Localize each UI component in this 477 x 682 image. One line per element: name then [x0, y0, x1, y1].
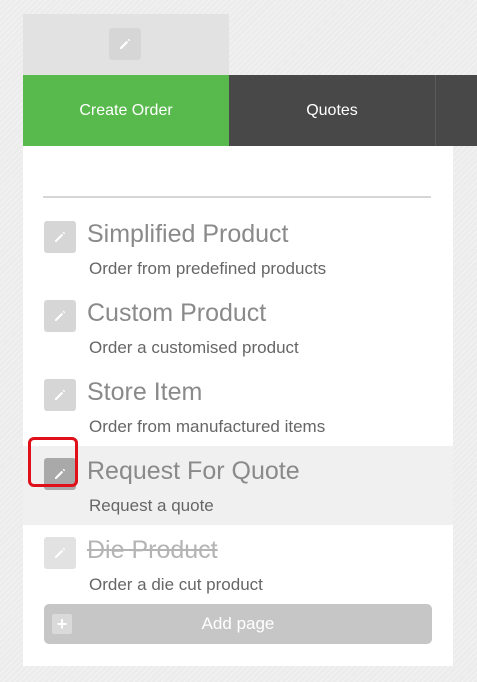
page-item-title: Custom Product: [87, 299, 267, 327]
page-item-title: Simplified Product: [87, 220, 289, 248]
tab-more[interactable]: [435, 75, 477, 146]
page-item-request-for-quote[interactable]: Request For Quote Request a quote: [23, 437, 453, 525]
page-list-panel: Simplified Product Order from predefined…: [23, 146, 453, 666]
page-item-title: Die Product: [87, 536, 218, 564]
pencil-icon[interactable]: [44, 379, 76, 411]
page-item-description: Order a die cut product: [89, 575, 263, 594]
page-item-description: Request a quote: [89, 496, 214, 515]
page-item-title: Request For Quote: [87, 457, 300, 485]
add-page-label: Add page: [201, 614, 275, 633]
page-item-simplified-product[interactable]: Simplified Product Order from predefined…: [23, 209, 453, 288]
tab-create-order[interactable]: Create Order: [23, 75, 229, 146]
tab-quotes[interactable]: Quotes: [229, 75, 435, 146]
divider: [43, 196, 431, 198]
add-page-button[interactable]: + Add page: [44, 604, 432, 644]
page-item-custom-product[interactable]: Custom Product Order a customised produc…: [23, 288, 453, 367]
pencil-icon[interactable]: [44, 537, 76, 569]
page-item-description: Order from manufactured items: [89, 417, 326, 436]
page-item-title: Store Item: [87, 378, 203, 406]
page-item-store-item[interactable]: Store Item Order from manufactured items: [23, 367, 453, 446]
header-strip: [23, 14, 229, 75]
tab-label: Create Order: [79, 101, 173, 119]
pencil-icon[interactable]: [109, 28, 141, 60]
tab-label: Quotes: [306, 101, 358, 119]
pencil-icon[interactable]: [44, 300, 76, 332]
pencil-icon[interactable]: [44, 221, 76, 253]
highlight-outline: [28, 437, 78, 487]
page-item-die-product[interactable]: Die Product Order a die cut product: [23, 525, 453, 604]
plus-icon: +: [52, 614, 72, 634]
page-item-description: Order a customised product: [89, 338, 299, 357]
page-item-description: Order from predefined products: [89, 259, 327, 278]
